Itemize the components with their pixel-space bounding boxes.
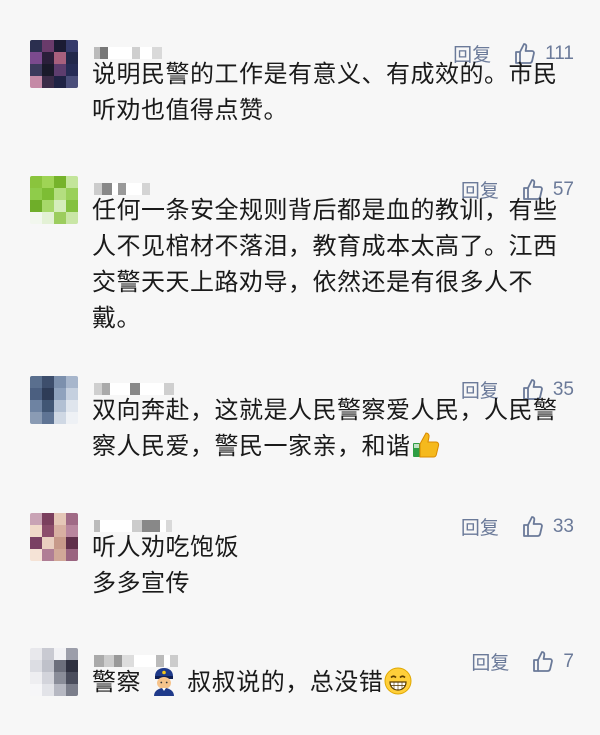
thumbs-up-emoji-icon [412,432,439,458]
avatar-pixel [66,76,78,88]
avatar-pixel [54,513,66,525]
avatar-pixel [42,376,54,388]
avatar-pixel [54,672,66,684]
avatar-pixel [66,376,78,388]
avatar-pixel [30,40,42,52]
avatar-pixel [30,200,42,212]
avatar-pixel [42,188,54,200]
grinning-face-emoji-icon [384,667,412,695]
avatar-pixel [30,513,42,525]
comment-text-before: 警察 [92,668,141,696]
avatar-pixel [54,64,66,76]
avatar-pixel [54,52,66,64]
avatar-pixel [30,52,42,64]
comment-text: 说明民警的工作是有意义、有成效的。市民听劝也值得点赞。 [92,60,558,124]
avatar-pixel [66,52,78,64]
avatar-pixel [66,513,78,525]
avatar-pixel [30,660,42,672]
avatar-pixel [42,400,54,412]
avatar-pixel [42,537,54,549]
avatar-pixel [42,212,54,224]
avatar-pixel [42,388,54,400]
avatar-pixel [30,376,42,388]
avatar-pixel [54,176,66,188]
avatar-pixel [30,684,42,696]
avatar-pixel [54,212,66,224]
avatar-pixel [66,212,78,224]
avatar-pixel [66,537,78,549]
avatar-pixel [42,684,54,696]
avatar-pixel [54,684,66,696]
avatar-pixel [30,64,42,76]
avatar[interactable] [30,176,78,224]
avatar-pixel [54,549,66,561]
avatar-pixel [30,537,42,549]
avatar-pixel [54,188,66,200]
avatar-pixel [54,648,66,660]
avatar[interactable] [30,648,78,696]
avatar-pixel [42,40,54,52]
avatar-pixel [30,388,42,400]
police-officer-emoji-icon [154,668,175,696]
avatar-pixel [42,200,54,212]
comment-text: 听人劝吃饱饭 多多宣传 [92,533,239,597]
comment-text: 双向奔赴，这就是人民警察爱人民，人民警察人民爱，警民一家亲，和谐 [92,392,562,464]
avatar-pixel [66,176,78,188]
comment-text-body: 双向奔赴，这就是人民警察爱人民，人民警察人民爱，警民一家亲，和谐 [92,396,558,460]
comment-text-after: 叔叔说的，总没错 [187,668,384,696]
avatar-pixel [54,376,66,388]
comment-text: 警察 叔叔说的，总没错 [92,664,562,700]
avatar[interactable] [30,40,78,88]
avatar-pixel [54,400,66,412]
avatar-pixel [30,188,42,200]
avatar-pixel [54,388,66,400]
avatar-pixel [30,400,42,412]
avatar-pixel [66,525,78,537]
avatar-pixel [42,52,54,64]
avatar-pixel [66,64,78,76]
avatar-pixel [30,76,42,88]
avatar-pixel [30,648,42,660]
avatar-pixel [66,388,78,400]
avatar-pixel [30,549,42,561]
comment-list: 回复 111 说明民警的工作是有意义、有成效的。市民听劝也值得点赞。 回复 57… [0,0,600,735]
avatar-pixel [54,525,66,537]
avatar-pixel [42,660,54,672]
avatar-pixel [54,40,66,52]
avatar-pixel [54,200,66,212]
avatar-pixel [66,400,78,412]
avatar-pixel [42,76,54,88]
comment-text: 任何一条安全规则背后都是血的教训，有些人不见棺材不落泪，教育成本太高了。江西交警… [92,196,558,332]
avatar-pixel [66,648,78,660]
avatar-pixel [66,660,78,672]
avatar-pixel [42,549,54,561]
avatar-pixel [30,525,42,537]
avatar-pixel [30,672,42,684]
avatar-pixel [66,672,78,684]
avatar-pixel [42,412,54,424]
avatar-pixel [66,412,78,424]
like-count: 7 [563,650,574,672]
avatar-pixel [30,412,42,424]
avatar-pixel [42,513,54,525]
avatar-pixel [30,176,42,188]
avatar-pixel [54,660,66,672]
avatar[interactable] [30,376,78,424]
avatar-pixel [42,64,54,76]
avatar-pixel [30,212,42,224]
avatar-pixel [66,200,78,212]
avatar-pixel [66,188,78,200]
avatar-pixel [42,525,54,537]
avatar-pixel [54,537,66,549]
avatar-pixel [54,76,66,88]
avatar[interactable] [30,513,78,561]
avatar-pixel [54,412,66,424]
avatar-pixel [66,40,78,52]
avatar-pixel [66,549,78,561]
avatar-pixel [42,648,54,660]
avatar-pixel [42,672,54,684]
avatar-pixel [66,684,78,696]
avatar-pixel [42,176,54,188]
